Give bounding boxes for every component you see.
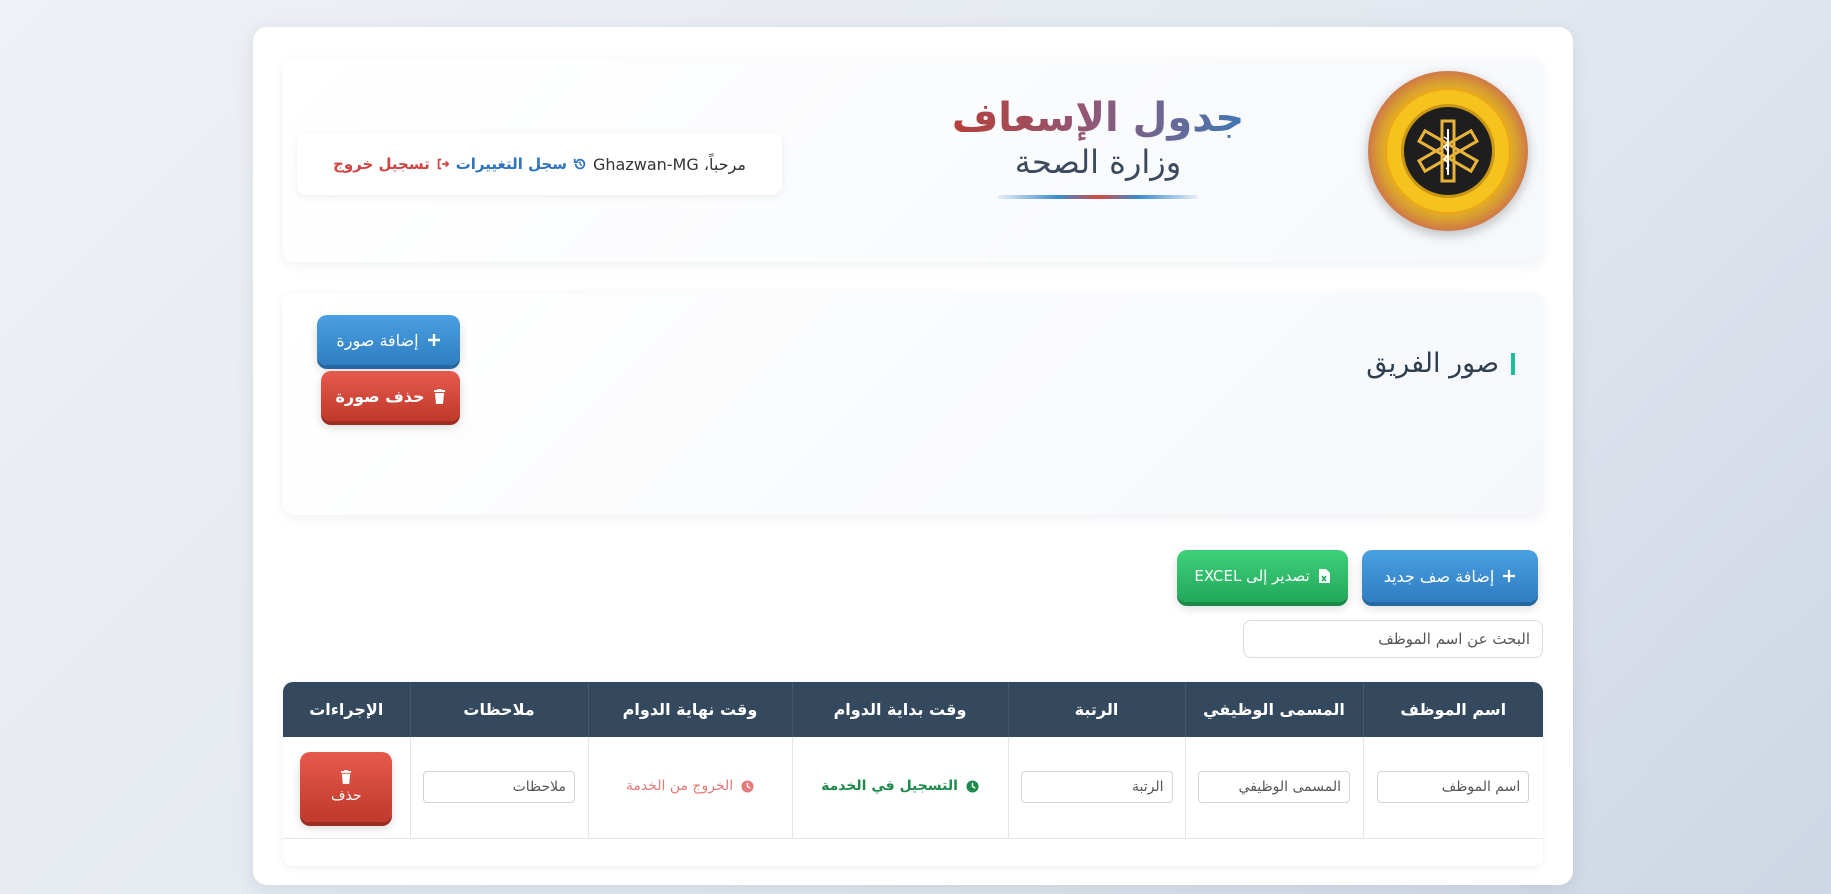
check-out-label: الخروج من الخدمة <box>625 778 734 795</box>
history-icon <box>573 158 586 170</box>
add-row-button[interactable]: إضافة صف جديد <box>1362 550 1538 602</box>
column-header-job-title: المسمى الوظيفي <box>1184 682 1363 737</box>
star-of-life-icon <box>1416 119 1480 183</box>
add-row-label: إضافة صف جديد <box>1383 566 1495 586</box>
trash-icon <box>433 388 445 404</box>
logo-ring <box>1384 87 1512 215</box>
header-panel: جدول الإسعاف وزارة الصحة مرحباً، Ghazwan… <box>283 59 1543 262</box>
user-box: مرحباً، Ghazwan-MG سجل التغييرات تسجيل خ… <box>297 133 782 195</box>
team-photos-title: صور الفريق <box>1366 350 1515 377</box>
trash-icon <box>341 770 352 785</box>
export-excel-button[interactable]: تصدير إلى EXCEL <box>1177 550 1348 602</box>
changes-log-link[interactable]: سجل التغييرات <box>456 155 587 173</box>
delete-row-button[interactable]: حذف <box>300 752 393 823</box>
ems-logo <box>1368 71 1528 231</box>
excel-file-icon <box>1318 569 1330 583</box>
plus-icon <box>1503 570 1516 582</box>
cell-name <box>1362 737 1543 839</box>
column-header-start-time: وقت بداية الدوام <box>791 682 1008 737</box>
logout-label: تسجيل خروج <box>333 155 430 173</box>
changes-log-label: سجل التغييرات <box>455 155 568 173</box>
cell-notes <box>409 737 588 839</box>
column-header-rank: الرتبة <box>1007 682 1185 737</box>
logout-link[interactable]: تسجيل خروج <box>333 155 450 173</box>
check-out-button[interactable]: الخروج من الخدمة <box>626 778 754 794</box>
add-photo-label: إضافة صورة <box>336 330 419 350</box>
logo-inner <box>1401 104 1495 198</box>
page-title: جدول الإسعاف <box>918 95 1278 141</box>
table-row: التسجيل في الخدمة الخروج من الخدمة <box>283 737 1543 839</box>
check-in-label: التسجيل في الخدمة <box>821 778 958 795</box>
employee-search-input[interactable] <box>1243 620 1543 658</box>
export-excel-label: تصدير إلى EXCEL <box>1194 567 1310 585</box>
cell-rank <box>1007 737 1185 839</box>
rank-input[interactable] <box>1020 771 1173 804</box>
delete-photo-button[interactable]: حذف صورة <box>321 371 460 421</box>
column-header-name: اسم الموظف <box>1362 682 1543 737</box>
schedule-table: اسم الموظف المسمى الوظيفي الرتبة وقت بدا… <box>283 682 1543 866</box>
cell-start-time: التسجيل في الخدمة <box>791 737 1008 839</box>
clock-icon <box>741 780 754 793</box>
delete-row-label: حذف <box>331 788 362 805</box>
title-underline <box>998 195 1198 199</box>
sign-out-icon <box>437 158 450 170</box>
page-subtitle: وزارة الصحة <box>1014 143 1182 181</box>
table-header-row: اسم الموظف المسمى الوظيفي الرتبة وقت بدا… <box>283 682 1543 737</box>
employee-name-input[interactable] <box>1377 771 1530 804</box>
check-in-button[interactable]: التسجيل في الخدمة <box>821 778 979 794</box>
cell-actions: حذف <box>283 737 410 839</box>
column-header-end-time: وقت نهاية الدوام <box>587 682 792 737</box>
clock-icon <box>966 780 979 793</box>
notes-input[interactable] <box>423 771 575 804</box>
team-photos-panel: صور الفريق إضافة صورة حذف صورة <box>283 293 1543 515</box>
delete-photo-label: حذف صورة <box>335 386 425 406</box>
add-photo-button[interactable]: إضافة صورة <box>317 315 460 365</box>
welcome-text: مرحباً، Ghazwan-MG <box>593 154 746 174</box>
cell-end-time: الخروج من الخدمة <box>587 737 792 839</box>
cell-job-title <box>1184 737 1363 839</box>
job-title-input[interactable] <box>1198 771 1350 804</box>
main-card: جدول الإسعاف وزارة الصحة مرحباً، Ghazwan… <box>253 27 1573 885</box>
column-header-actions: الإجراءات <box>283 682 410 737</box>
column-header-notes: ملاحظات <box>409 682 588 737</box>
plus-icon <box>427 334 440 346</box>
title-block: جدول الإسعاف وزارة الصحة <box>918 95 1278 199</box>
